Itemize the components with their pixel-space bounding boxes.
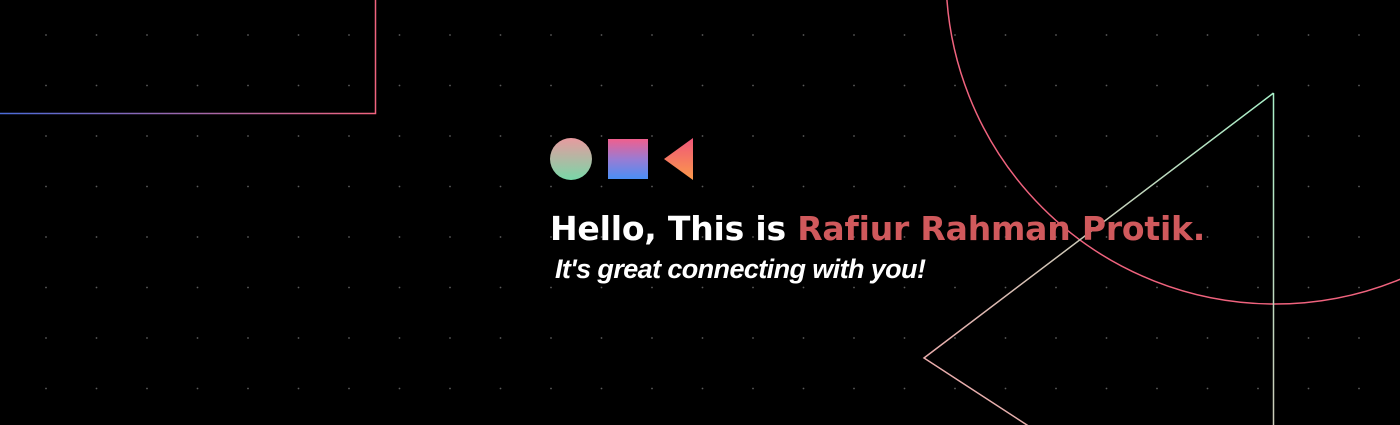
outline-rectangle-shape: [0, 0, 377, 115]
headline: Hello, This is Rafiur Rahman Protik.: [550, 203, 1205, 255]
name-text: Rafiur Rahman Protik.: [797, 209, 1206, 248]
triangle-icon: [664, 138, 693, 180]
outline-triangle-shape: [922, 92, 1275, 425]
square-icon: [608, 139, 648, 179]
circle-icon: [550, 138, 592, 180]
banner: Hello, This is Rafiur Rahman Protik. It'…: [0, 0, 1400, 425]
outline-circle-shape: [946, 0, 1400, 305]
shape-icons: [550, 138, 700, 180]
tagline: It's great connecting with you!: [555, 254, 926, 284]
greeting-text: Hello, This is: [550, 209, 798, 248]
